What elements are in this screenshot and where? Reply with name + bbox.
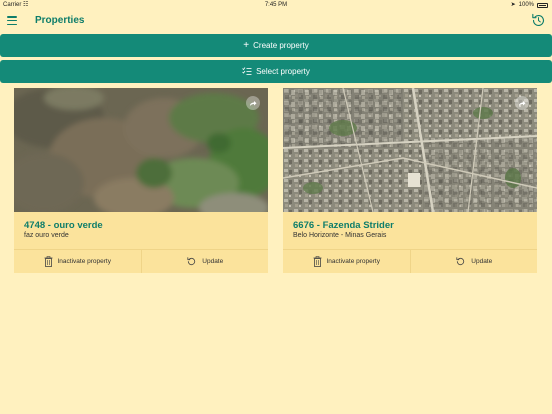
property-actions: Inactivate property Update [14,249,268,273]
create-property-label: Create property [253,41,309,50]
property-subtitle: faz ouro verde [24,232,69,239]
location-icon: ➤ [510,2,516,8]
inactivate-property-label: Inactivate property [326,258,380,265]
property-info: 4748 - ouro verde faz ouro verde [14,212,268,249]
update-label: Update [202,258,224,265]
inactivate-property-label: Inactivate property [57,258,111,265]
trash-icon [313,256,321,267]
sync-icon[interactable] [530,12,547,29]
create-property-button[interactable]: + Create property [0,34,552,57]
plus-icon: + [243,39,250,51]
checklist-icon [242,67,252,75]
property-actions: Inactivate property Update [283,249,537,273]
share-button[interactable] [515,96,529,110]
update-icon [187,257,196,266]
property-satellite-image [283,88,537,212]
share-button[interactable] [246,96,260,110]
share-icon [519,100,526,106]
page-title: Properties [35,15,85,26]
property-title: 6676 - Fazenda Strider [293,220,394,231]
share-icon [250,100,257,106]
inactivate-property-button[interactable]: Inactivate property [14,250,141,273]
battery-icon [537,2,548,8]
property-title: 4748 - ouro verde [24,220,103,231]
update-icon [456,257,465,266]
select-property-label: Select property [256,67,310,76]
clock: 7:45 PM [264,2,288,8]
update-button[interactable]: Update [409,250,537,273]
inactivate-property-button[interactable]: Inactivate property [283,250,410,273]
nav-bar: Properties [0,10,552,32]
select-property-button[interactable]: Select property [0,60,552,83]
update-button[interactable]: Update [140,250,268,273]
hamburger-icon[interactable] [7,16,17,25]
status-right: ➤ 100% [511,0,548,10]
property-satellite-image [14,88,268,212]
trash-icon [44,256,52,267]
property-card[interactable]: 6676 - Fazenda Strider Belo Horizonte - … [283,88,537,273]
battery-percent: 100% [518,2,534,8]
property-subtitle: Belo Horizonte - Minas Gerais [293,232,387,239]
property-info: 6676 - Fazenda Strider Belo Horizonte - … [283,212,537,249]
property-card[interactable]: 4748 - ouro verde faz ouro verde Inactiv… [14,88,268,273]
status-bar: Carrier ☷ 7:45 PM ➤ 100% [0,0,552,10]
update-label: Update [471,258,493,265]
